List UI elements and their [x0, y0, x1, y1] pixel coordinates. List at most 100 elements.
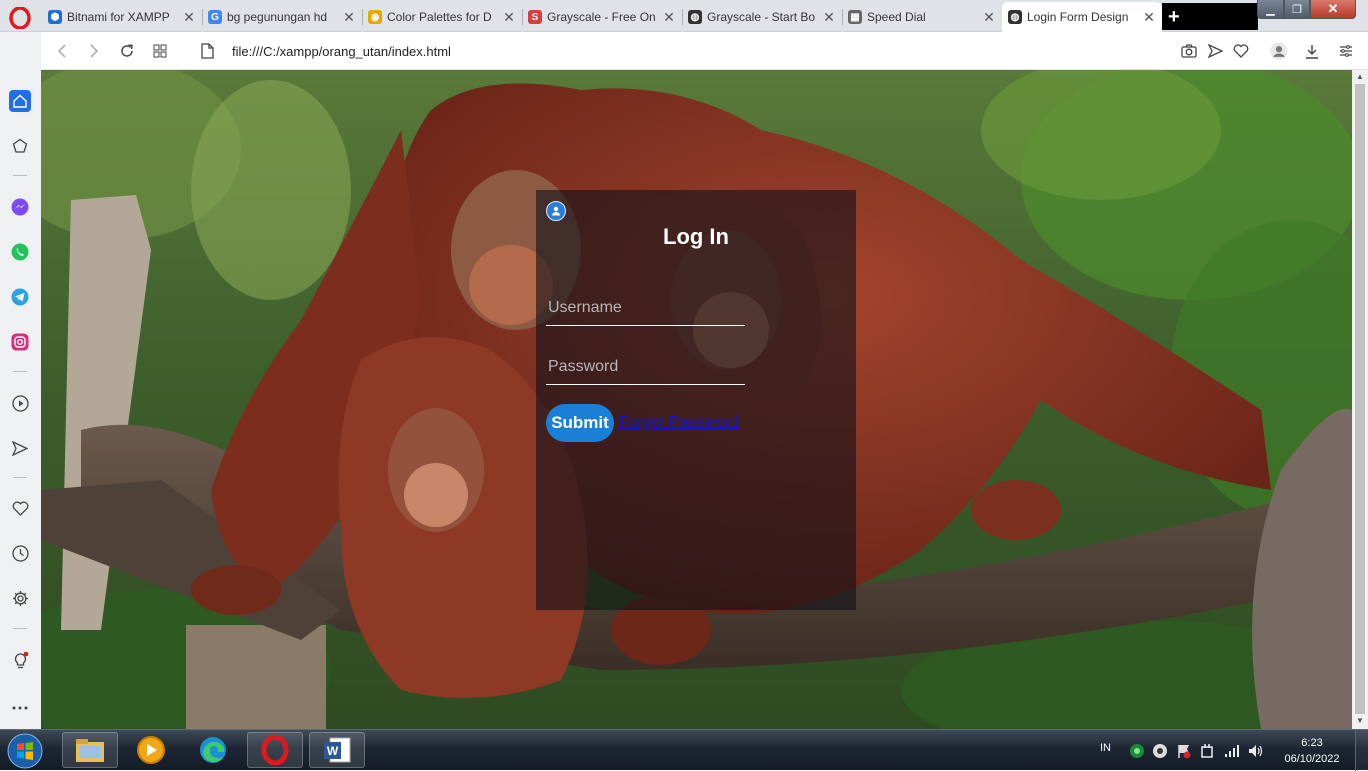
- login-title: Log In: [663, 224, 729, 249]
- send-to-flow-button[interactable]: [1206, 42, 1224, 60]
- sidebar-bookmarks[interactable]: [9, 497, 31, 519]
- tab-2[interactable]: Gbg pegunungan hd ✕: [202, 2, 362, 32]
- globe-icon: ◍: [688, 10, 702, 24]
- scroll-thumb[interactable]: [1355, 84, 1365, 714]
- password-field[interactable]: [546, 349, 745, 385]
- minimize-button[interactable]: ▁: [1257, 0, 1284, 19]
- taskbar-word[interactable]: W: [309, 732, 365, 768]
- action-center-flag-icon[interactable]: [1176, 743, 1192, 759]
- opera-logo-icon: [261, 735, 289, 765]
- sidebar-separator: [13, 628, 27, 629]
- sidebar-more[interactable]: [9, 697, 31, 719]
- close-tab-icon[interactable]: ✕: [342, 10, 356, 24]
- clock-time: 6:23: [1301, 737, 1323, 749]
- reload-button[interactable]: [118, 42, 136, 60]
- close-tab-icon[interactable]: ✕: [1142, 10, 1156, 24]
- bookmark-button[interactable]: [1232, 42, 1250, 60]
- close-tab-icon[interactable]: ✕: [982, 10, 996, 24]
- windows-logo-icon: [7, 733, 43, 768]
- forward-arrow-icon: [90, 44, 99, 58]
- palette-icon: ◉: [368, 10, 382, 24]
- startbootstrap-icon: S: [528, 10, 542, 24]
- scroll-down-arrow-icon[interactable]: ▼: [1356, 716, 1364, 725]
- profile-button[interactable]: [1270, 42, 1288, 60]
- sidebar-separator: [13, 477, 27, 478]
- close-tab-icon[interactable]: ✕: [662, 10, 676, 24]
- sidebar-telegram[interactable]: [9, 286, 31, 308]
- send-icon: [1207, 44, 1223, 58]
- signal-bars-icon[interactable]: [1224, 744, 1240, 758]
- vertical-scrollbar[interactable]: ▲ ▼: [1352, 70, 1368, 729]
- taskbar-opera[interactable]: [247, 732, 303, 768]
- heart-icon: [12, 501, 28, 516]
- network-status-icon[interactable]: [1128, 742, 1146, 760]
- sidebar-instagram[interactable]: [9, 331, 31, 353]
- back-button[interactable]: [53, 42, 71, 60]
- address-bar: file:///C:/xampp/orang_utan/index.html: [41, 32, 1368, 70]
- send-icon: [12, 440, 28, 456]
- sidebar-player[interactable]: [9, 392, 31, 414]
- clock-date: 06/10/2022: [1284, 753, 1340, 765]
- taskbar-file-explorer[interactable]: [62, 732, 118, 768]
- user-avatar-icon: [546, 201, 566, 221]
- taskbar-edge[interactable]: [185, 732, 241, 768]
- username-field[interactable]: [546, 290, 745, 326]
- show-desktop-button[interactable]: [1355, 730, 1368, 771]
- user-avatar-icon: [1270, 42, 1288, 60]
- close-tab-icon[interactable]: ✕: [182, 10, 196, 24]
- sidebar-whatsapp[interactable]: [9, 241, 31, 263]
- volume-icon[interactable]: [1248, 744, 1264, 758]
- forgot-password-link[interactable]: Forgot Password: [618, 414, 739, 432]
- svg-text:W: W: [327, 744, 339, 758]
- tab-title: Bitnami for XAMPP: [67, 10, 170, 24]
- speed-dial-icon: ▦: [848, 10, 862, 24]
- sidebar-features[interactable]: [9, 649, 31, 671]
- sidebar-history[interactable]: [9, 542, 31, 564]
- start-button[interactable]: [3, 731, 47, 770]
- play-circle-icon: [11, 394, 29, 412]
- sidebar-messenger[interactable]: [9, 196, 31, 218]
- word-icon: W: [324, 737, 351, 763]
- url-field[interactable]: file:///C:/xampp/orang_utan/index.html: [232, 44, 451, 59]
- messenger-icon: [11, 198, 29, 216]
- tab-5[interactable]: ◍ Grayscale - Start Bo ✕: [682, 2, 842, 32]
- window-controls: ▁ ❐ ✕: [1257, 0, 1356, 20]
- grid-icon: [153, 44, 167, 58]
- sidebar-flow[interactable]: [9, 437, 31, 459]
- tabs-overview-button[interactable]: [151, 42, 169, 60]
- maximize-button[interactable]: ❐: [1284, 0, 1310, 19]
- language-indicator[interactable]: IN: [1100, 742, 1111, 754]
- easy-setup-button[interactable]: [1337, 42, 1355, 60]
- globe-icon: ◍: [1008, 10, 1022, 24]
- opera-menu-button[interactable]: [8, 6, 32, 30]
- close-window-button[interactable]: ✕: [1310, 0, 1356, 19]
- pentagon-icon: [12, 138, 28, 153]
- heart-icon: [1233, 44, 1249, 58]
- tray-app-icon[interactable]: [1152, 743, 1168, 759]
- tab-7[interactable]: ◍ Login Form Design ✕: [1002, 2, 1162, 32]
- sidebar-settings[interactable]: [9, 587, 31, 609]
- close-tab-icon[interactable]: ✕: [822, 10, 836, 24]
- tab-title: Speed Dial: [867, 10, 926, 24]
- tab-title: Color Palettes for D: [387, 10, 492, 24]
- tab-6[interactable]: ▦ Speed Dial ✕: [842, 2, 1002, 32]
- more-dots-icon: [12, 706, 28, 710]
- submit-button[interactable]: Submit: [546, 404, 614, 442]
- forward-button[interactable]: [85, 42, 103, 60]
- tab-1[interactable]: ⬢ Bitnami for XAMPP ✕: [42, 2, 202, 32]
- clock[interactable]: 6:23 06/10/2022: [1280, 735, 1344, 767]
- sidebar-pinboard[interactable]: [9, 135, 31, 157]
- snapshot-button[interactable]: [1180, 42, 1198, 60]
- tab-list: ⬢ Bitnami for XAMPP ✕ Gbg pegunungan hd ✕ ◉ Co…: [42, 2, 1162, 32]
- power-icon[interactable]: [1200, 743, 1214, 759]
- tab-3[interactable]: ◉ Color Palettes for D ✕: [362, 2, 522, 32]
- tab-title: bg pegunungan hd: [227, 10, 328, 24]
- scroll-up-arrow-icon[interactable]: ▲: [1356, 72, 1364, 81]
- tab-4[interactable]: S Grayscale - Free On ✕: [522, 2, 682, 32]
- downloads-button[interactable]: [1303, 42, 1321, 60]
- sidebar-home[interactable]: [9, 90, 31, 112]
- new-tab-button[interactable]: +: [1162, 3, 1258, 30]
- taskbar-media-player[interactable]: [123, 732, 179, 768]
- lightbulb-icon: [14, 651, 28, 669]
- close-tab-icon[interactable]: ✕: [502, 10, 516, 24]
